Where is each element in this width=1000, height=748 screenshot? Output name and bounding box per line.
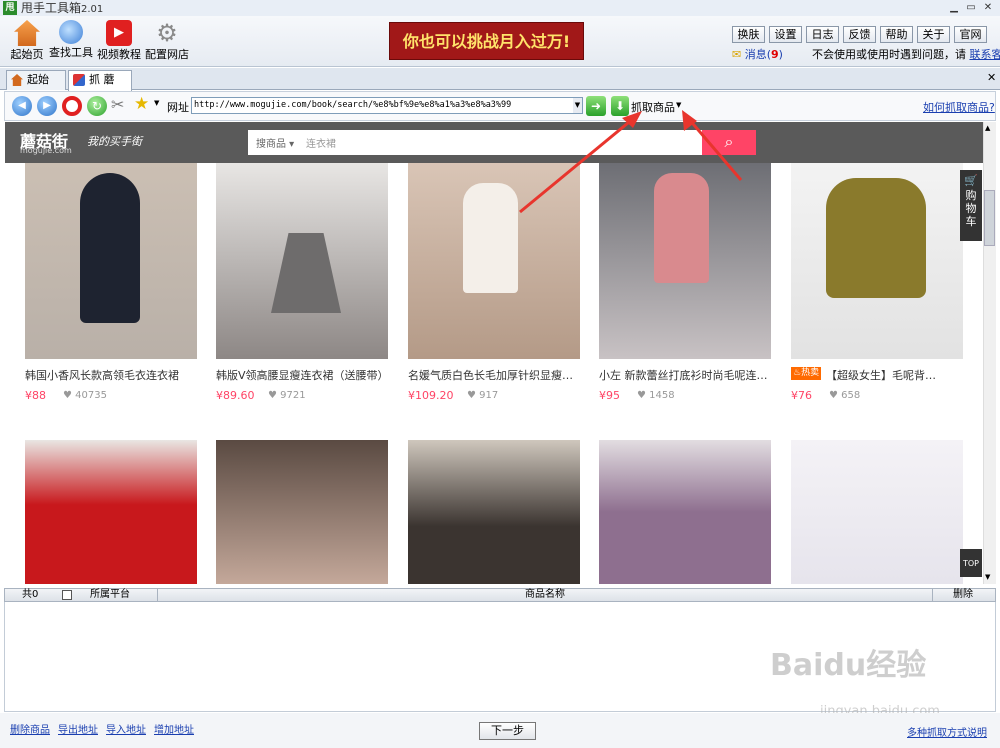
arrow-line — [519, 116, 635, 214]
arrow-line — [686, 117, 743, 181]
annotation-arrows — [519, 110, 743, 214]
